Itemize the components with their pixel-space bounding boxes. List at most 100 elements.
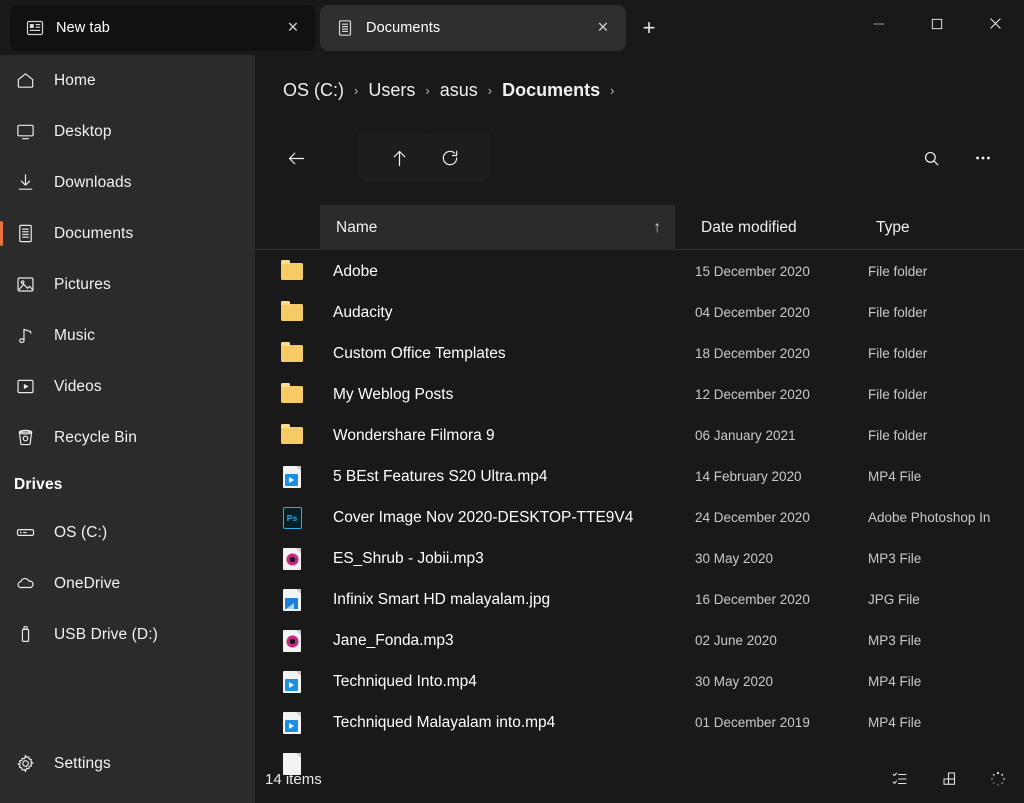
file-type: MP4 File xyxy=(868,715,922,730)
sidebar-item-onedrive[interactable]: OneDrive xyxy=(0,558,255,609)
sidebar-item-recycle-bin[interactable]: Recycle Bin xyxy=(0,412,255,463)
file-date-modified: 14 February 2020 xyxy=(695,469,802,484)
maximize-button[interactable] xyxy=(908,0,966,47)
mp4-file-icon xyxy=(280,711,304,735)
breadcrumb-item-os-c[interactable]: OS (C:) xyxy=(280,78,347,103)
table-row[interactable]: Wondershare Filmora 9 06 January 2021 Fi… xyxy=(255,415,1024,456)
file-date-modified: 04 December 2020 xyxy=(695,305,810,320)
breadcrumb-separator-icon: › xyxy=(425,83,430,98)
details-view-button[interactable] xyxy=(882,761,918,797)
sidebar-section-drives: Drives xyxy=(14,476,63,493)
file-date-modified: 12 December 2020 xyxy=(695,387,810,402)
table-row[interactable]: Techniqued Malayalam into.mp4 01 Decembe… xyxy=(255,702,1024,743)
back-button[interactable] xyxy=(276,138,316,178)
file-name: Jane_Fonda.mp3 xyxy=(333,631,454,649)
file-date-modified: 18 December 2020 xyxy=(695,346,810,361)
large-icons-view-button[interactable] xyxy=(932,761,968,797)
refresh-button[interactable] xyxy=(430,138,470,178)
usb-drive-icon xyxy=(14,624,36,646)
sidebar-item-label: OneDrive xyxy=(54,574,121,592)
sidebar-item-os-c[interactable]: OS (C:) xyxy=(0,507,255,558)
music-note-icon xyxy=(14,325,36,347)
picture-icon xyxy=(14,274,36,296)
search-button[interactable] xyxy=(911,138,951,178)
breadcrumb-separator-icon: › xyxy=(610,83,615,98)
file-type: File folder xyxy=(868,305,928,320)
close-button[interactable] xyxy=(966,0,1024,47)
sidebar-item-settings[interactable]: Settings xyxy=(0,738,255,789)
main-content: OS (C:) › Users › asus › Documents › Nam… xyxy=(255,55,1024,803)
item-count-label: 14 items xyxy=(265,770,322,788)
tab-close-icon[interactable]: ✕ xyxy=(590,15,616,41)
mp3-file-icon xyxy=(280,547,304,571)
sidebar-item-label: Home xyxy=(54,71,96,89)
file-name: Cover Image Nov 2020-DESKTOP-TTE9V4 xyxy=(333,508,634,526)
table-row[interactable]: Ps Cover Image Nov 2020-DESKTOP-TTE9V4 2… xyxy=(255,497,1024,538)
breadcrumb-item-documents[interactable]: Documents xyxy=(499,78,603,103)
file-name: Techniqued Malayalam into.mp4 xyxy=(333,713,556,731)
file-type: File folder xyxy=(868,264,928,279)
file-date-modified: 30 May 2020 xyxy=(695,551,774,566)
table-row[interactable]: Adobe 15 December 2020 File folder xyxy=(255,251,1024,292)
folder-icon xyxy=(280,424,304,448)
sidebar-item-music[interactable]: Music xyxy=(0,310,255,361)
busy-spinner-icon xyxy=(980,761,1016,797)
video-play-icon xyxy=(14,376,36,398)
file-type: File folder xyxy=(868,346,928,361)
sidebar-item-documents[interactable]: Documents xyxy=(0,208,255,259)
table-row[interactable]: 5 BEst Features S20 Ultra.mp4 14 Februar… xyxy=(255,456,1024,497)
hard-drive-icon xyxy=(14,522,36,544)
tab-label: Documents xyxy=(366,20,441,36)
column-headers: Name ↑ Date modified Type xyxy=(255,205,1024,250)
breadcrumb-separator-icon: › xyxy=(354,83,359,98)
sidebar-item-home[interactable]: Home xyxy=(0,55,255,106)
gear-icon xyxy=(14,753,36,775)
table-row[interactable]: ES_Shrub - Jobii.mp3 30 May 2020 MP3 Fil… xyxy=(255,538,1024,579)
home-icon xyxy=(14,70,36,92)
file-type: MP4 File xyxy=(868,674,922,689)
document-icon xyxy=(14,223,36,245)
file-name: ES_Shrub - Jobii.mp3 xyxy=(333,549,484,567)
sidebar-item-pictures[interactable]: Pictures xyxy=(0,259,255,310)
sidebar-item-usb-drive-d[interactable]: USB Drive (D:) xyxy=(0,609,255,660)
file-type: JPG File xyxy=(868,592,920,607)
breadcrumb-item-asus[interactable]: asus xyxy=(437,78,481,103)
folder-icon xyxy=(280,260,304,284)
tab-new-tab[interactable]: New tab ✕ xyxy=(10,5,316,51)
column-header-type[interactable]: Type xyxy=(860,205,1024,250)
breadcrumb-separator-icon: › xyxy=(487,83,493,98)
file-type: File folder xyxy=(868,428,928,443)
table-row[interactable]: Custom Office Templates 18 December 2020… xyxy=(255,333,1024,374)
sidebar-item-label: Downloads xyxy=(54,173,132,191)
mp4-file-icon xyxy=(280,465,304,489)
sort-ascending-icon: ↑ xyxy=(653,218,661,236)
breadcrumb: OS (C:) › Users › asus › Documents › xyxy=(280,78,621,103)
sidebar: Home Desktop Downloads Documents Picture… xyxy=(0,55,255,803)
cloud-icon xyxy=(14,573,36,595)
table-row[interactable]: Techniqued Into.mp4 30 May 2020 MP4 File xyxy=(255,661,1024,702)
mp4-file-icon xyxy=(280,670,304,694)
tab-close-icon[interactable]: ✕ xyxy=(280,15,306,41)
sidebar-item-label: Recycle Bin xyxy=(54,428,137,446)
table-row[interactable]: Infinix Smart HD malayalam.jpg 16 Decemb… xyxy=(255,579,1024,620)
table-row[interactable]: Audacity 04 December 2020 File folder xyxy=(255,292,1024,333)
sidebar-item-downloads[interactable]: Downloads xyxy=(0,157,255,208)
file-type: MP4 File xyxy=(868,469,922,484)
new-tab-button[interactable]: + xyxy=(632,11,666,45)
column-header-date-modified[interactable]: Date modified xyxy=(685,205,860,250)
more-options-button[interactable] xyxy=(963,138,1003,178)
minimize-button[interactable] xyxy=(850,0,908,47)
title-bar: New tab ✕ Documents ✕ + xyxy=(0,0,1024,55)
table-row[interactable]: My Weblog Posts 12 December 2020 File fo… xyxy=(255,374,1024,415)
table-row[interactable]: Jane_Fonda.mp3 02 June 2020 MP3 File xyxy=(255,620,1024,661)
jpg-file-icon xyxy=(280,588,304,612)
column-header-name[interactable]: Name ↑ xyxy=(320,205,675,250)
file-name: Infinix Smart HD malayalam.jpg xyxy=(333,590,551,608)
sidebar-item-videos[interactable]: Videos xyxy=(0,361,255,412)
up-button[interactable] xyxy=(379,138,419,178)
download-arrow-icon xyxy=(14,172,36,194)
tab-documents[interactable]: Documents ✕ xyxy=(320,5,626,51)
file-list[interactable]: Adobe 15 December 2020 File folder Audac… xyxy=(255,251,1024,801)
sidebar-item-desktop[interactable]: Desktop xyxy=(0,106,255,157)
breadcrumb-item-users[interactable]: Users xyxy=(365,78,418,103)
